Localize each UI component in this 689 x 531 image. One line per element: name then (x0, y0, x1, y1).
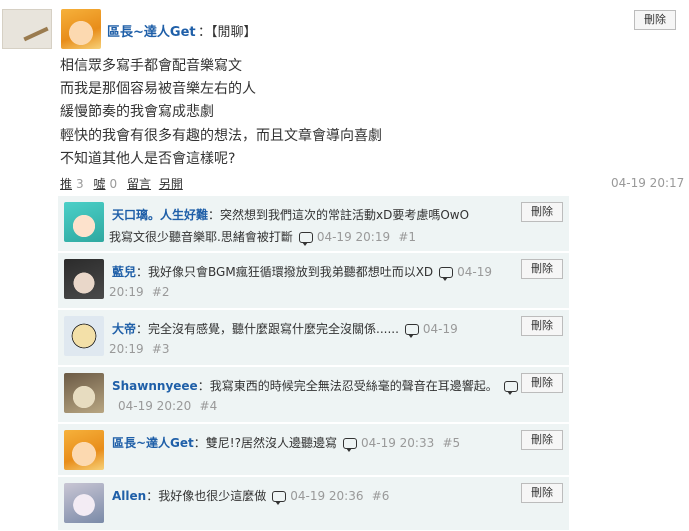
pen-icon (23, 26, 49, 42)
reply-delete-button[interactable]: 刪除 (521, 483, 563, 503)
push-button[interactable]: 推 (60, 177, 72, 191)
reply-floor: #1 (398, 230, 417, 244)
reply-text: ：突然想到我們這次的常註活動xD要考慮嗎OwO (208, 208, 470, 222)
reply-author[interactable]: 天口璃。人生好難 (112, 208, 208, 222)
speech-bubble-icon[interactable] (439, 267, 454, 281)
open-new-link[interactable]: 另開 (159, 177, 183, 191)
reply-time: 20:19 (109, 285, 144, 299)
reply-avatar[interactable] (64, 430, 104, 470)
reply-item: 區長~達人Get：雙尼!?居然沒人邊聽邊寫 04-19 20:33 #5 刪除 (58, 424, 569, 476)
post-line: 輕快的我會有很多有趣的想法，而且文章會導向喜劇 (60, 128, 382, 144)
boo-count: 0 (109, 177, 118, 191)
reply-floor: #2 (151, 285, 170, 299)
reply-link[interactable]: 留言 (127, 177, 151, 191)
reply-item: Shawnnyeee：我寫東西的時候完全無法忍受絲毫的聲音在耳邊響起。 04-1… (58, 367, 569, 423)
reply-floor: #5 (442, 436, 461, 450)
reply-author[interactable]: Shawnnyeee (112, 379, 198, 393)
reply-item: 藍兒：我好像只會BGM瘋狂循環撥放到我弟聽都想吐而以XD 04-19 20:19 … (58, 253, 569, 309)
reply-delete-button[interactable]: 刪除 (521, 259, 563, 279)
reply-floor: #3 (151, 342, 170, 356)
reply-floor: #6 (371, 489, 390, 503)
reply-author[interactable]: 藍兒 (112, 265, 136, 279)
post-author[interactable]: 區長~達人Get (107, 21, 196, 40)
reply-author[interactable]: Allen (112, 489, 146, 503)
reply-avatar[interactable] (64, 483, 104, 523)
reply-text: 我寫文很少聽音樂耶.思緒會被打斷 (109, 230, 293, 244)
post-title: ：【閒聊】 (198, 25, 257, 40)
reply-text: ：雙尼!?居然沒人邊聽邊寫 (193, 436, 337, 450)
reply-time: 20:19 (109, 342, 144, 356)
push-count: 3 (76, 177, 84, 191)
reply-delete-button[interactable]: 刪除 (521, 373, 563, 393)
reply-avatar[interactable] (64, 202, 104, 242)
boo-button[interactable]: 噓 (93, 177, 105, 191)
post-timestamp: 04-19 20:17 (611, 176, 685, 190)
reply-time: 04-19 (457, 265, 493, 279)
reply-avatar[interactable] (64, 316, 104, 356)
speech-bubble-icon[interactable] (503, 381, 518, 395)
post-delete-button[interactable]: 刪除 (634, 10, 676, 30)
board-thumbnail[interactable] (2, 9, 52, 49)
reply-author[interactable]: 區長~達人Get (112, 436, 194, 450)
speech-bubble-icon[interactable] (404, 324, 419, 338)
reply-item: 天口璃。人生好難：突然想到我們這次的常註活動xD要考慮嗎OwO 我寫文很少聽音樂… (58, 196, 569, 252)
reply-text: ：我好像只會BGM瘋狂循環撥放到我弟聽都想吐而以XD (136, 265, 434, 279)
reply-text: ：完全沒有感覺，聽什麼跟寫什麼完全沒關係...... (136, 322, 399, 336)
reply-delete-button[interactable]: 刪除 (521, 202, 563, 222)
reply-item: Allen：我好像也很少這麼做 04-19 20:36 #6 刪除 (58, 477, 569, 531)
reply-time: 04-19 20:19 (316, 230, 391, 244)
reply-time: 04-19 20:20 (118, 399, 192, 413)
reply-floor: #4 (199, 399, 218, 413)
reply-text: ：我好像也很少這麼做 (146, 489, 267, 503)
post-line: 而我是那個容易被音樂左右的人 (60, 81, 256, 97)
reply-author[interactable]: 大帝 (112, 322, 136, 336)
speech-bubble-icon[interactable] (342, 438, 357, 452)
post-line: 相信眾多寫手都會配音樂寫文 (60, 58, 242, 74)
reply-text: ：我寫東西的時候完全無法忍受絲毫的聲音在耳邊響起。 (197, 379, 498, 393)
post-actions: 推3 噓0 留言 另開 (60, 175, 187, 192)
reply-item: 大帝：完全沒有感覺，聽什麼跟寫什麼完全沒關係...... 04-19 20:19 … (58, 310, 569, 366)
post-line: 緩慢節奏的我會寫成悲劇 (60, 104, 214, 120)
reply-time: 04-19 20:36 (290, 489, 364, 503)
author-avatar[interactable] (61, 9, 101, 49)
speech-bubble-icon[interactable] (272, 491, 287, 505)
reply-time: 04-19 (422, 322, 458, 336)
reply-delete-button[interactable]: 刪除 (521, 430, 563, 450)
post-line: 不知道其他人是否會這樣呢? (60, 151, 236, 167)
reply-avatar[interactable] (64, 259, 104, 299)
reply-avatar[interactable] (64, 373, 104, 413)
reply-delete-button[interactable]: 刪除 (521, 316, 563, 336)
speech-bubble-icon[interactable] (298, 232, 313, 246)
reply-time: 04-19 20:33 (360, 436, 435, 450)
